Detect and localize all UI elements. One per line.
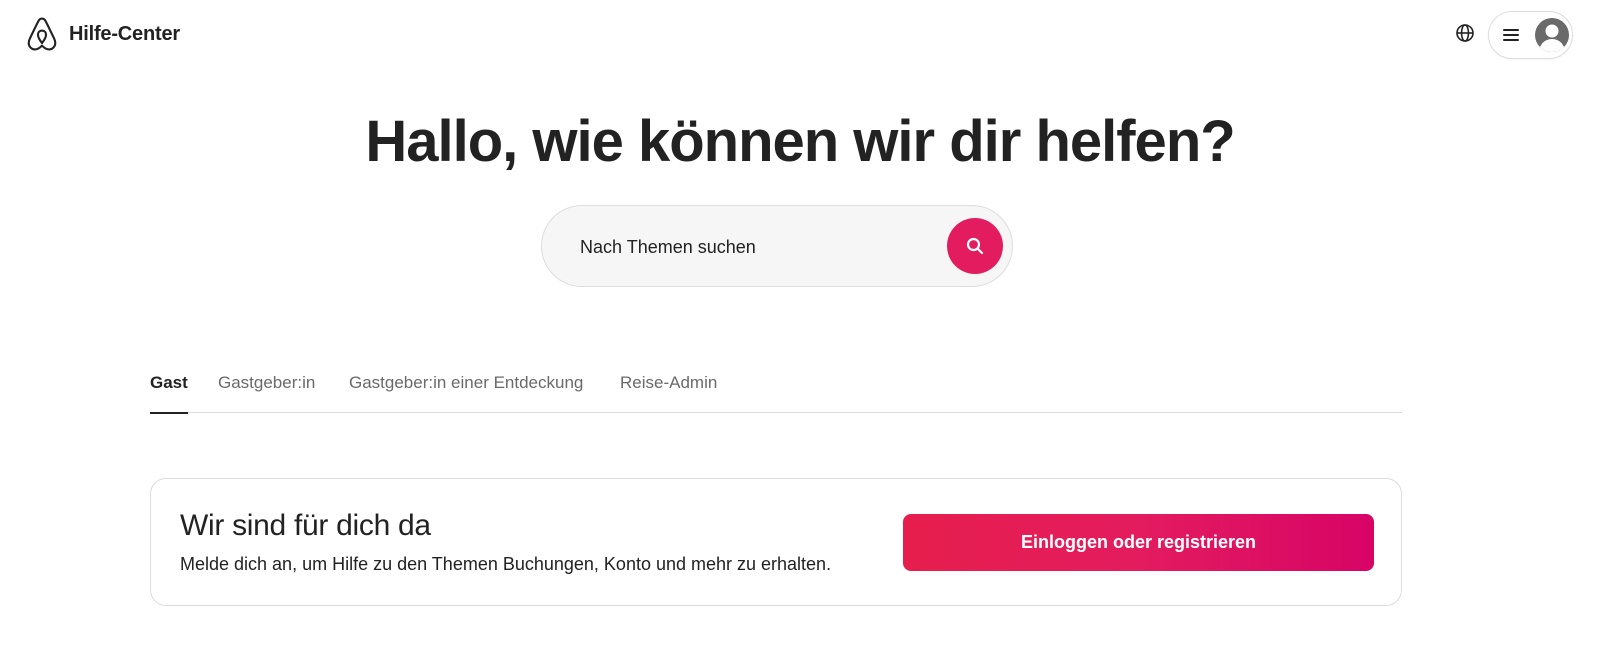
brand-title: Hilfe-Center bbox=[69, 22, 180, 45]
login-card: Wir sind für dich da Melde dich an, um H… bbox=[150, 478, 1402, 606]
page-title: Hallo, wie können wir dir helfen? bbox=[365, 109, 1235, 174]
search-input[interactable] bbox=[580, 226, 920, 268]
search-bar bbox=[541, 205, 1013, 287]
brand[interactable]: Hilfe-Center bbox=[25, 15, 180, 53]
tab-reise-admin[interactable]: Reise-Admin bbox=[620, 363, 717, 413]
card-description: Melde dich an, um Hilfe zu den Themen Bu… bbox=[180, 554, 832, 574]
audience-tabs: Gast Gastgeber:in Gastgeber:in einer Ent… bbox=[150, 363, 1402, 414]
hamburger-menu-icon bbox=[1503, 29, 1519, 41]
search-button[interactable] bbox=[947, 218, 1003, 274]
tab-gast[interactable]: Gast bbox=[150, 363, 188, 414]
search-icon bbox=[966, 237, 984, 255]
language-button[interactable] bbox=[1446, 14, 1484, 52]
airbnb-logo-icon bbox=[27, 17, 57, 51]
card-title: Wir sind für dich da bbox=[180, 509, 431, 542]
user-avatar-icon bbox=[1535, 18, 1569, 52]
globe-icon bbox=[1456, 24, 1474, 42]
tab-gastgeber-entdeckung[interactable]: Gastgeber:in einer Entdeckung bbox=[349, 363, 583, 413]
user-menu-button[interactable] bbox=[1488, 11, 1573, 59]
top-header: Hilfe-Center bbox=[0, 0, 1600, 66]
tab-gastgeber[interactable]: Gastgeber:in bbox=[218, 363, 315, 413]
login-register-button[interactable]: Einloggen oder registrieren bbox=[903, 514, 1374, 571]
